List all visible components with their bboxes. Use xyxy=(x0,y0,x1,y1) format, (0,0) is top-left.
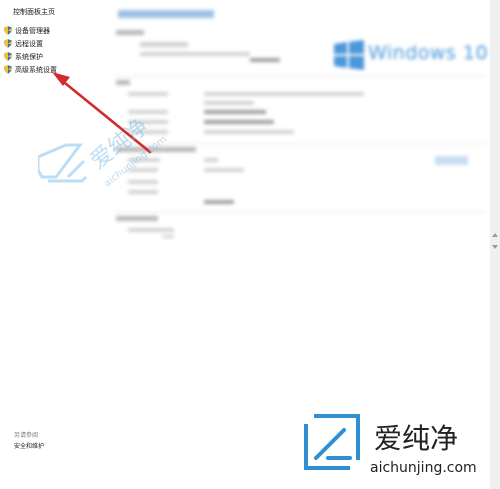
sidebar-item-label: 系统保护 xyxy=(15,52,43,61)
text-line-blurred xyxy=(140,52,250,56)
text-line-blurred xyxy=(204,101,254,105)
windows-logo-text: Windows 10 xyxy=(368,42,489,64)
watermark-brand-text: 爱纯净 xyxy=(374,422,458,455)
shield-icon xyxy=(4,65,12,74)
page-title-blurred xyxy=(118,10,214,18)
shield-icon xyxy=(4,39,12,48)
section-heading-blurred xyxy=(116,80,130,85)
divider xyxy=(116,76,486,77)
text-line-blurred xyxy=(204,200,234,204)
shield-icon xyxy=(4,26,12,35)
see-also-heading: 另请参阅 xyxy=(14,432,39,439)
sidebar-item-label: 远程设置 xyxy=(15,39,43,48)
change-settings-button-blurred xyxy=(435,156,468,165)
text-line-blurred xyxy=(204,120,274,124)
watermark-brand-block: 爱纯净 aichunjing.com xyxy=(302,412,477,476)
text-line-blurred xyxy=(204,168,244,172)
text-line-blurred xyxy=(204,158,218,162)
watermark-logo-icon: 爱纯净 aichunjing.com xyxy=(38,114,169,189)
system-control-panel-window: 控制面板主页 设备管理器 远程设置 系统保护 高级系统设置 另请参阅 安全和维护… xyxy=(0,0,500,489)
chevron-up-icon[interactable] xyxy=(492,232,498,238)
watermark-domain-text: aichunjing.com xyxy=(370,460,477,476)
chevron-down-icon[interactable] xyxy=(492,244,498,250)
sidebar-item-device-manager[interactable]: 设备管理器 xyxy=(4,25,50,36)
security-and-maintenance-link[interactable]: 安全和维护 xyxy=(14,441,44,450)
text-line-blurred xyxy=(162,235,174,238)
sidebar-item-label: 设备管理器 xyxy=(15,26,50,35)
windows-logo-icon xyxy=(334,40,364,70)
text-line-blurred xyxy=(140,42,188,47)
control-panel-home-link[interactable]: 控制面板主页 xyxy=(13,7,55,17)
shield-icon xyxy=(4,52,12,61)
text-line-blurred xyxy=(204,130,294,134)
control-panel-sidebar: 控制面板主页 设备管理器 远程设置 系统保护 高级系统设置 另请参阅 安全和维护 xyxy=(0,0,110,489)
sidebar-item-remote-settings[interactable]: 远程设置 xyxy=(4,38,43,49)
sidebar-item-system-protection[interactable]: 系统保护 xyxy=(4,51,43,62)
section-heading-blurred xyxy=(116,30,144,35)
divider xyxy=(116,212,486,213)
watermark-brand-text: 爱纯净 xyxy=(86,114,153,174)
text-line-blurred xyxy=(250,58,280,62)
sidebar-item-advanced-system-settings[interactable]: 高级系统设置 xyxy=(4,64,57,75)
text-line-blurred xyxy=(204,110,266,114)
text-line-blurred xyxy=(204,92,364,96)
text-line-blurred xyxy=(128,228,174,232)
section-heading-blurred xyxy=(116,216,158,221)
sidebar-item-label: 高级系统设置 xyxy=(15,65,57,74)
